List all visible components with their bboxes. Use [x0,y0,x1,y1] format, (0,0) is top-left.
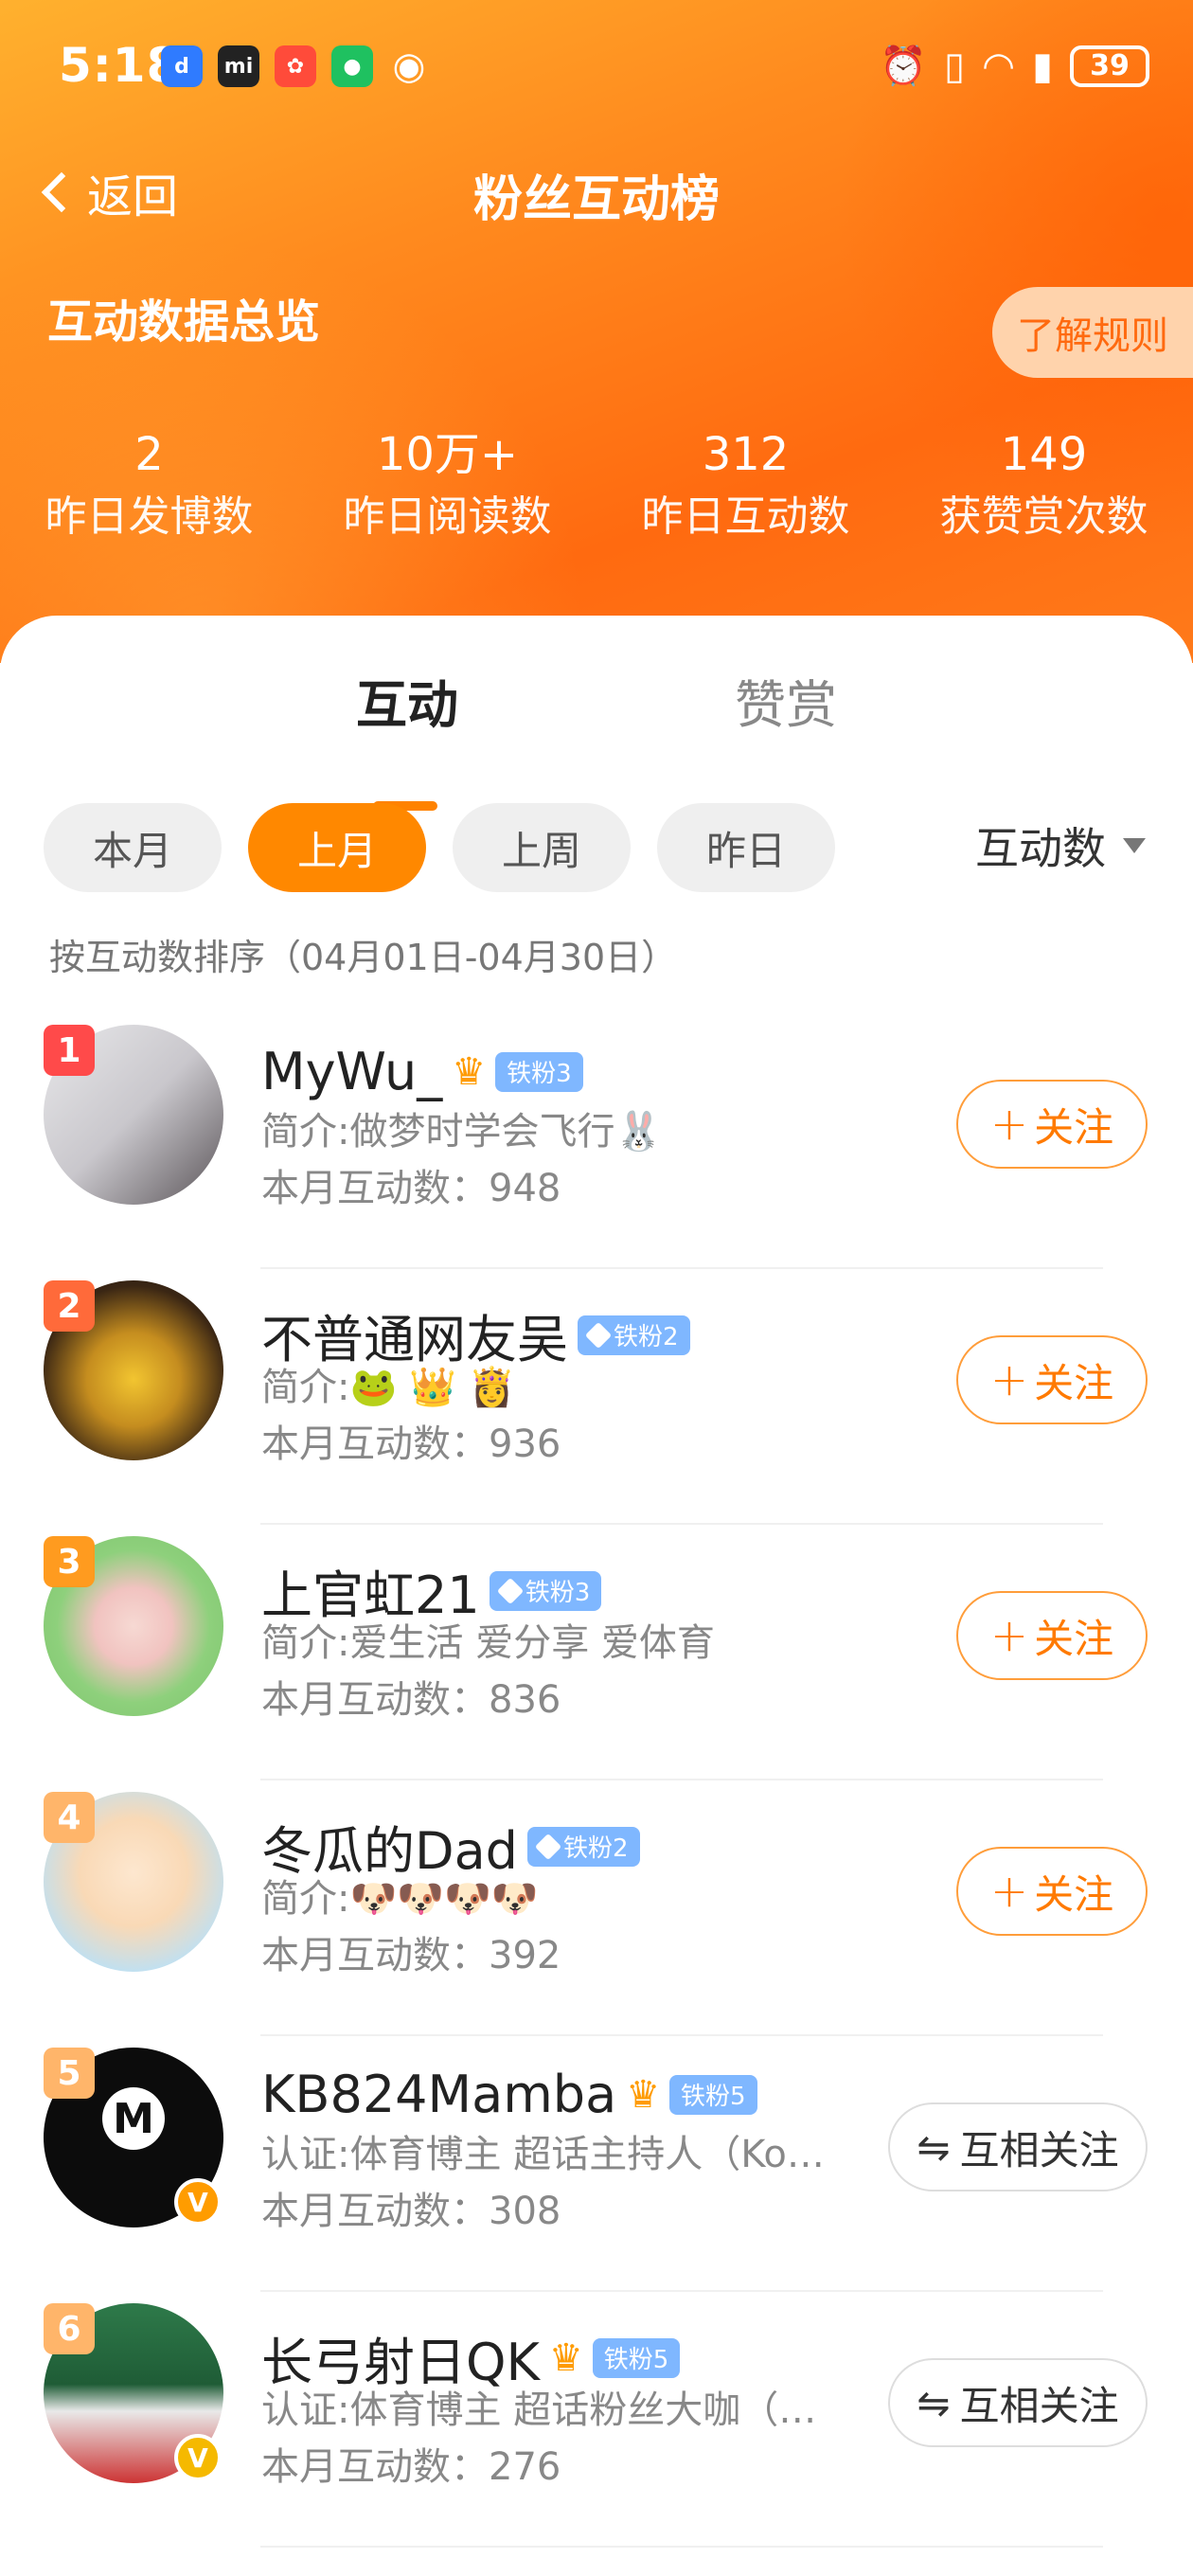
plus-icon: + [989,1865,1029,1918]
app-icon: ✿ [275,45,316,87]
stat-reads: 10万+ 昨日阅读数 [298,426,596,546]
period-filters: 本月 上月 上周 昨日 [44,803,835,892]
vibrate-icon: ▯ [944,44,966,88]
fan-level-badge: 铁粉3 [489,1570,602,1611]
rank-badge: 1 [44,1025,95,1076]
fan-level-badge: 铁粉2 [526,1826,640,1867]
stat-interactions: 312 昨日互动数 [596,426,895,546]
filter-this-month[interactable]: 本月 [44,803,222,892]
tab-bar: 互动 赞赏 [0,663,1193,811]
header-banner: 5:18 d mi ✿ ● ◉ ⏰ ▯ ◠ ▮ 39 返回 粉丝互动榜 互动数据… [0,0,1193,663]
fan-count: 本月互动数：948 [261,1167,561,1210]
weibo-icon: d [161,45,203,87]
fan-level-badge: 铁粉3 [495,1051,583,1092]
follow-button[interactable]: + 关注 [956,1847,1148,1936]
stat-label: 获赞赏次数 [939,492,1148,541]
fan-name[interactable]: KB824Mamba [261,2065,616,2124]
xiaomi-icon: mi [218,45,259,87]
stat-label: 昨日阅读数 [343,492,552,541]
diamond-icon [496,1577,524,1604]
fan-desc: 简介:爱生活 爱分享 爱体育 [261,1621,715,1665]
wifi-icon: ◠ [982,44,1015,88]
follow-button[interactable]: + 关注 [956,1335,1148,1424]
plus-icon: + [989,1353,1029,1406]
stat-label: 昨日互动数 [641,492,850,541]
page-title: 粉丝互动榜 [472,171,720,228]
diamond-icon [584,1321,613,1349]
fan-level-badge: 铁粉5 [669,2074,757,2115]
nav-bar: 返回 粉丝互动榜 [0,142,1193,237]
overview-title: 互动数据总览 [47,295,321,349]
fan-count: 本月互动数：308 [261,2190,561,2233]
ranking-card: 互动 赞赏 本月 上月 上周 昨日 互动数 按互动数排序（04月01日-04月3… [0,616,1193,2576]
signal-icon: ▮ [1031,44,1053,88]
fan-level-badge: 铁粉5 [592,2337,681,2378]
range-note: 按互动数排序（04月01日-04月30日） [49,937,678,978]
filter-yesterday[interactable]: 昨日 [657,803,835,892]
fan-count: 本月互动数：276 [261,2445,561,2489]
crown-icon: ♛ [626,2072,661,2117]
fan-count: 本月互动数：392 [261,1934,561,1977]
rank-badge: 3 [44,1536,95,1587]
eye-icon: ◉ [392,45,426,88]
fan-name[interactable]: MyWu_ [261,1042,442,1101]
fan-count: 本月互动数：836 [261,1678,561,1722]
stat-value: 2 [134,428,164,481]
filter-last-month[interactable]: 上月 [248,803,426,892]
swap-icon: ⇋ [917,2123,951,2171]
list-item[interactable]: 3 上官虹21 铁粉3 简介:爱生活 爱分享 爱体育 本月互动数：836 + 关… [0,1525,1193,1780]
stats-row: 2 昨日发博数 10万+ 昨日阅读数 312 昨日互动数 149 获赞赏次数 [0,426,1193,546]
stat-value: 312 [702,428,790,481]
follow-button[interactable]: + 关注 [956,1080,1148,1169]
fan-desc: 认证:体育博主 超话粉丝大咖（… [261,2388,817,2432]
verified-icon: V [174,2178,222,2226]
wechat-icon: ● [331,45,373,87]
stat-value: 149 [1000,428,1088,481]
list-item[interactable]: 6 V 长弓射日QK ♛ 铁粉5 认证:体育博主 超话粉丝大咖（… 本月互动数：… [0,2292,1193,2548]
stat-label: 昨日发博数 [45,492,254,541]
diamond-icon [534,1833,562,1860]
battery-icon: 39 [1070,45,1149,87]
tab-interaction[interactable]: 互动 [356,663,458,738]
fan-level-badge: 铁粉2 [578,1315,690,1355]
sort-label: 互动数 [975,823,1106,874]
rank-badge: 2 [44,1280,95,1332]
caret-down-icon [1123,838,1146,853]
crown-icon: ♛ [452,1049,487,1094]
stat-posts: 2 昨日发博数 [0,426,298,546]
plus-icon: + [989,1098,1029,1151]
mutual-follow-button[interactable]: ⇋ 互相关注 [888,2358,1148,2447]
fan-desc: 简介:做梦时学会飞行🐰 [261,1110,663,1154]
status-bar: 5:18 d mi ✿ ● ◉ ⏰ ▯ ◠ ▮ 39 [0,0,1193,137]
fan-desc: 简介:🐶🐶🐶🐶 [261,1877,539,1921]
plus-icon: + [989,1609,1029,1662]
stat-value: 10万+ [376,428,519,481]
rank-badge: 4 [44,1792,95,1843]
follow-button[interactable]: + 关注 [956,1591,1148,1680]
mutual-follow-button[interactable]: ⇋ 互相关注 [888,2102,1148,2191]
list-item[interactable]: 1 MyWu_ ♛ 铁粉3 简介:做梦时学会飞行🐰 本月互动数：948 + 关注 [0,1013,1193,1269]
rank-badge: 6 [44,2303,95,2354]
list-item[interactable]: 2 不普通网友吴 铁粉2 简介:🐸 👑 👸 本月互动数：936 + 关注 [0,1269,1193,1525]
list-item[interactable]: 4 冬瓜的Dad 铁粉2 简介:🐶🐶🐶🐶 本月互动数：392 + 关注 [0,1780,1193,2036]
crown-icon: ♛ [548,2335,583,2380]
fan-list: 1 MyWu_ ♛ 铁粉3 简介:做梦时学会飞行🐰 本月互动数：948 + 关注… [0,1013,1193,2548]
rank-badge: 5 [44,2048,95,2099]
filter-last-week[interactable]: 上周 [453,803,631,892]
sort-dropdown[interactable]: 互动数 [975,814,1146,877]
alarm-icon: ⏰ [880,45,928,88]
fan-count: 本月互动数：936 [261,1422,561,1466]
list-item[interactable]: M 5 V KB824Mamba ♛ 铁粉5 认证:体育博主 超话主持人（Ko…… [0,2036,1193,2292]
fan-desc: 简介:🐸 👑 👸 [261,1366,516,1409]
rules-button[interactable]: 了解规则 [992,287,1193,378]
swap-icon: ⇋ [917,2379,951,2426]
fan-desc: 认证:体育博主 超话主持人（Ko… [261,2133,825,2176]
tab-reward[interactable]: 赞赏 [735,663,837,738]
verified-icon: V [174,2434,222,2481]
stat-rewards: 149 获赞赏次数 [895,426,1193,546]
